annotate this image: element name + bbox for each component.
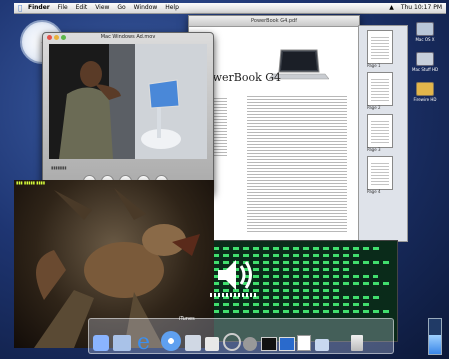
page-label: Page 1 (367, 63, 381, 68)
video-frame[interactable] (49, 44, 207, 159)
menu-help[interactable]: Help (165, 4, 179, 11)
page-thumbnail[interactable] (367, 72, 393, 106)
desktop-icon-macosx[interactable]: Mac OS X (412, 22, 438, 42)
hard-drive-icon (416, 22, 434, 36)
demo-hud-text: ▮▮▮ ▮▮▮▮▮ ▮▮▮▮ (16, 180, 45, 185)
menu-bar:  Finder File Edit View Go Window Help ▲… (14, 3, 446, 14)
desktop-icon-label: Mac OS X (415, 37, 435, 42)
svg-text:e: e (137, 330, 150, 351)
trash-icon[interactable] (351, 335, 363, 351)
terminal-line (193, 303, 369, 306)
menu-file[interactable]: File (58, 4, 68, 11)
menu-list: Finder File Edit View Go Window Help (28, 3, 185, 13)
page-thumbnail[interactable] (367, 30, 393, 64)
page-label: Page 4 (367, 189, 381, 194)
minimize-button[interactable] (54, 35, 59, 40)
menu-edit[interactable]: Edit (76, 4, 88, 11)
close-button[interactable] (47, 35, 52, 40)
folder-icon[interactable] (315, 339, 329, 351)
mail-icon[interactable] (113, 335, 131, 351)
page-label: Page 3 (367, 147, 381, 152)
volume-level-indicator (210, 293, 256, 297)
menu-go[interactable]: Go (117, 4, 125, 11)
menu-window[interactable]: Window (134, 4, 158, 11)
video-still (49, 44, 207, 159)
desktop-icon-macstuff[interactable]: Mac Stuff HD (412, 52, 438, 72)
terminal-icon[interactable] (261, 337, 277, 351)
quicktime-player-window[interactable]: Mac Windows Ad.mov ▮▮▮▮▮▮▮ (42, 32, 214, 194)
quicktime-titlebar[interactable]: Mac Windows Ad.mov (43, 33, 213, 42)
menubar-clock[interactable]: Thu 10:17 PM (401, 4, 442, 11)
desktop:  Finder File Edit View Go Window Help ▲… (0, 0, 449, 359)
page-label: Page 2 (367, 105, 381, 110)
terminal-line (193, 310, 389, 313)
desktop-icon-label: Firewire HD (413, 97, 437, 102)
dock: e (88, 318, 394, 355)
itunes-dock-label: iTunes (179, 316, 195, 322)
menu-view[interactable]: View (95, 4, 109, 11)
pdf-thumbnail-drawer: Page 1 Page 2 Page 3 Page 4 (358, 25, 408, 242)
system-preferences-icon[interactable] (243, 337, 257, 351)
itunes-icon[interactable] (161, 331, 181, 351)
volume-slider[interactable]: ▮▮▮▮▮▮▮ (51, 165, 66, 170)
imovie-icon[interactable] (185, 335, 201, 351)
firewire-drive-icon (416, 82, 434, 96)
internet-explorer-icon[interactable]: e (135, 329, 157, 355)
volume-menu-icon[interactable]: ▲ (389, 4, 394, 11)
pdf-icon[interactable] (297, 335, 311, 351)
app-icon[interactable] (205, 337, 219, 351)
desktop-icon-firewire[interactable]: Firewire HD (412, 82, 438, 102)
cpu-monitor (428, 318, 442, 355)
pdf-window-title[interactable]: PowerBook G4.pdf (189, 16, 359, 27)
monitor-icon[interactable] (279, 337, 295, 351)
page-thumbnail[interactable] (367, 114, 393, 148)
cpu-level-bar (429, 334, 441, 354)
hard-drive-icon (416, 52, 434, 66)
pdf-body-text (247, 94, 347, 234)
sherlock-icon[interactable] (223, 333, 241, 351)
desktop-icon-label: Mac Stuff HD (412, 67, 439, 72)
page-thumbnail[interactable] (367, 156, 393, 190)
menu-extras: ▲ Thu 10:17 PM (384, 3, 442, 13)
window-controls (47, 35, 68, 44)
menu-finder[interactable]: Finder (28, 4, 50, 11)
finder-icon[interactable] (93, 335, 109, 351)
zoom-button[interactable] (61, 35, 66, 40)
apple-menu-icon[interactable]:  (18, 3, 22, 13)
quicktime-title: Mac Windows Ad.mov (100, 34, 156, 40)
